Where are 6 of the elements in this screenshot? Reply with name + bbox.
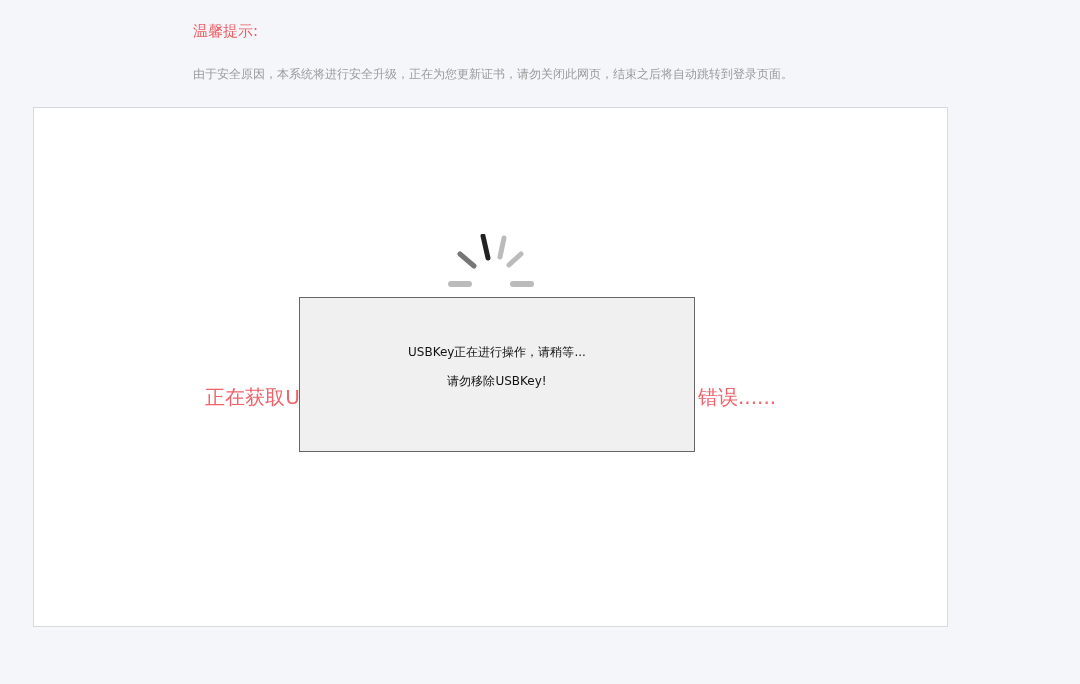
dialog-message: USBKey正在进行操作，请稍等... [408,344,586,361]
status-text: 错误...... [698,384,777,411]
dialog-message: 请勿移除USBKey! [447,373,547,390]
notice-title: 温馨提示: [193,21,260,42]
notice-message: 由于安全原因，本系统将进行安全升级，正在为您更新证书，请勿关闭此网页，结束之后将自动跳转到登录页面。 [193,66,794,83]
status-text: 正在获取U [205,384,300,411]
